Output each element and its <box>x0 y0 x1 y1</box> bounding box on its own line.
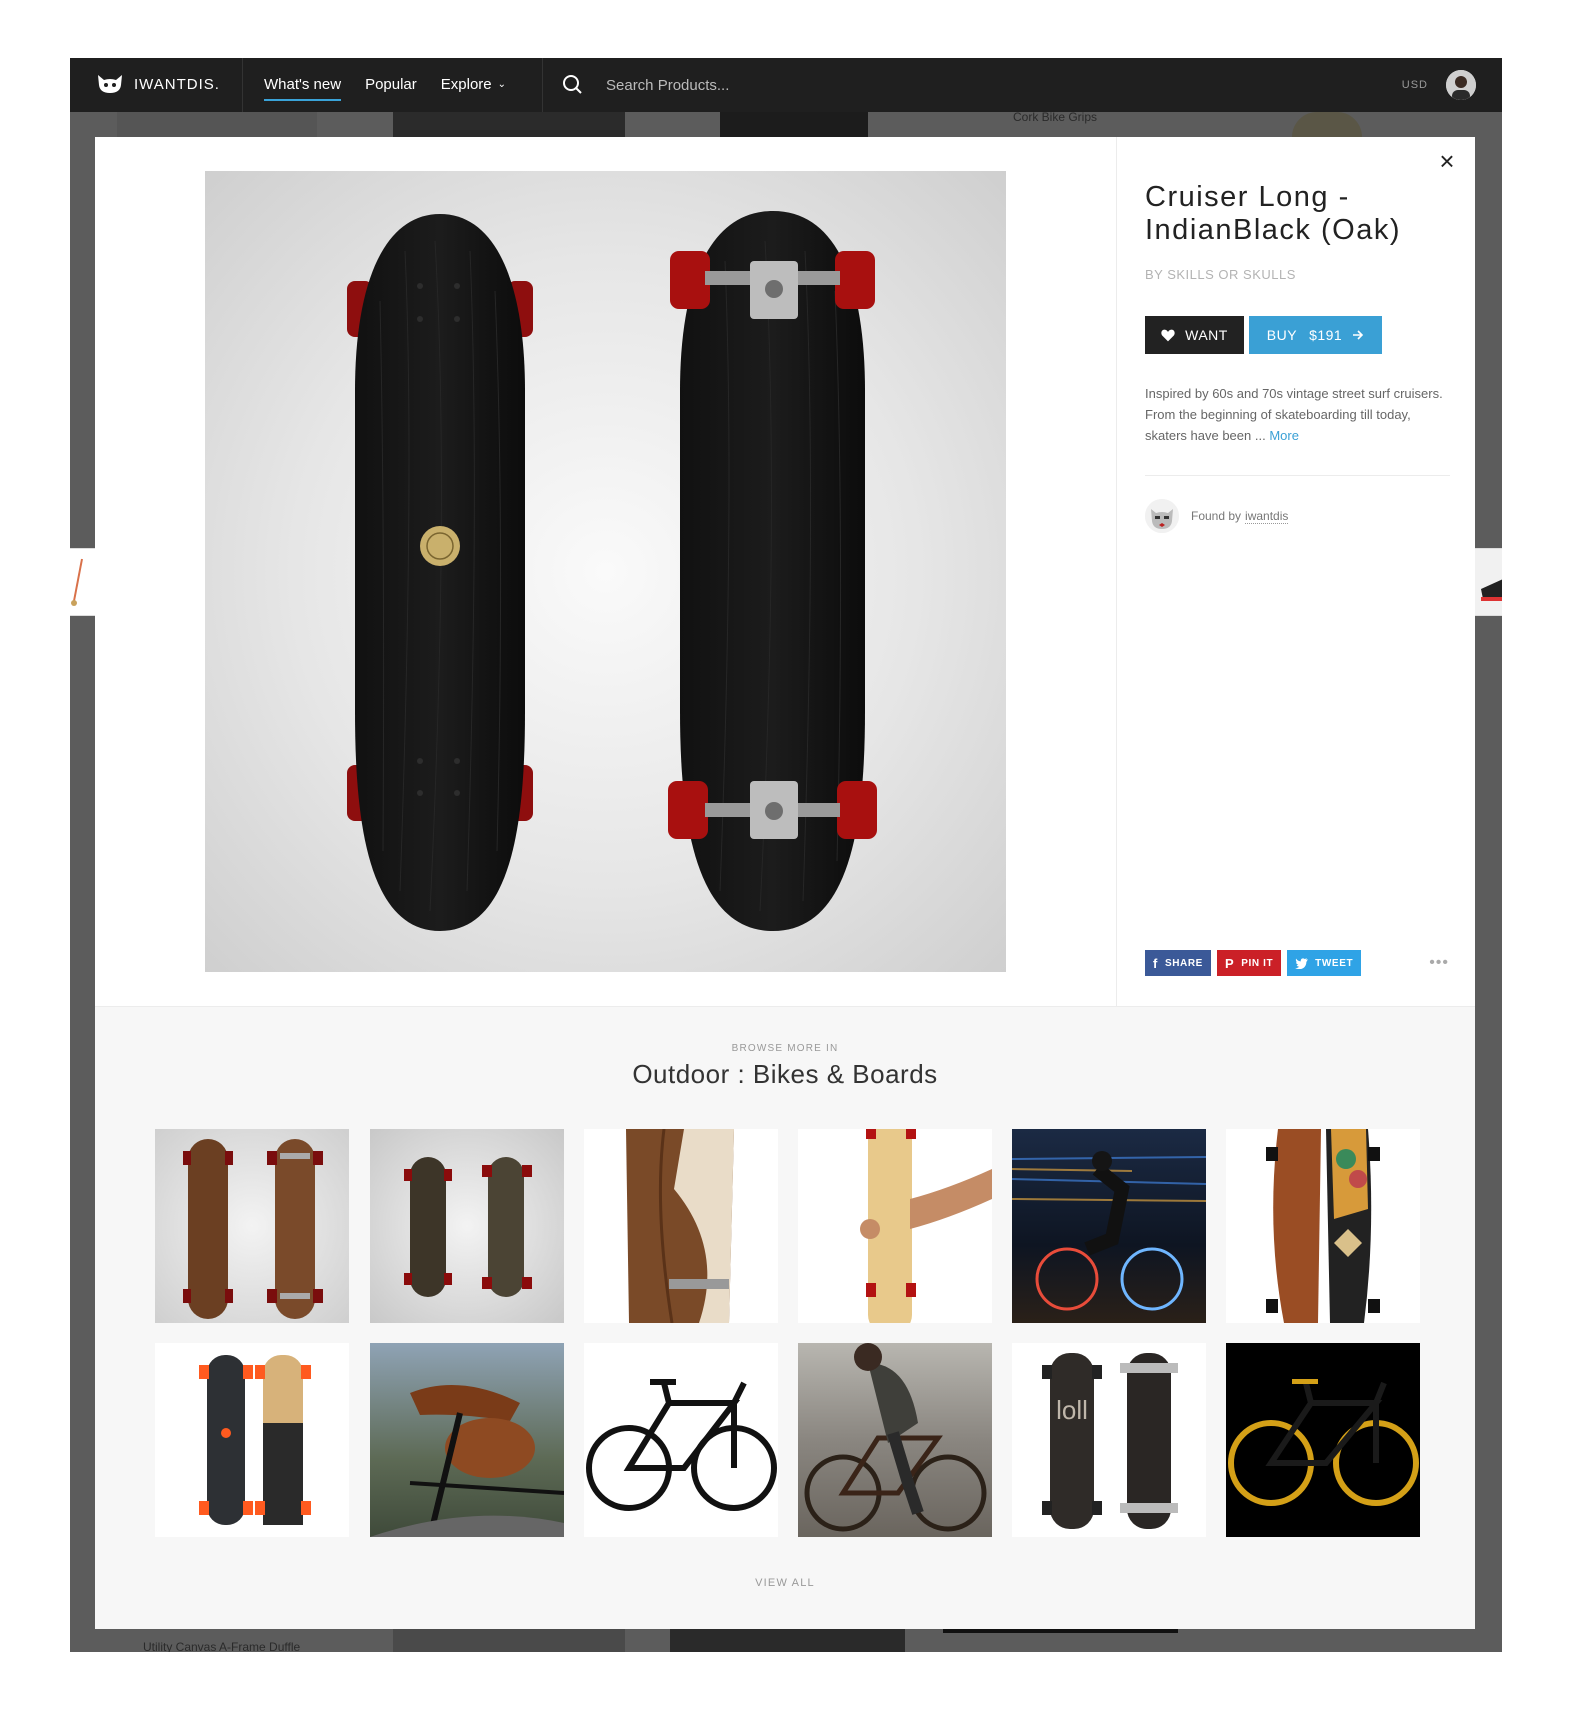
background-card <box>720 112 868 137</box>
facebook-share-button[interactable]: f SHARE <box>1145 950 1211 976</box>
background-card-label: Utility Canvas A-Frame Duffle <box>143 1640 301 1652</box>
twitter-share-button[interactable]: TWEET <box>1287 950 1362 976</box>
app-window: Cork Bike Grips Utility Canvas A-Frame D… <box>70 58 1502 1652</box>
pinterest-icon: P <box>1224 955 1235 971</box>
gold-rim-bicycle <box>1228 1379 1419 1506</box>
product-thumbnail[interactable] <box>1226 1129 1420 1323</box>
product-brand[interactable]: BY SKILLS OR SKULLS <box>1145 267 1296 282</box>
nav-label: Explore <box>440 76 492 93</box>
arbor-longboard <box>1266 1129 1380 1323</box>
user-avatar[interactable] <box>1446 70 1476 100</box>
more-link[interactable]: More <box>1269 428 1299 443</box>
main-nav: What's new Popular Explore ⌄ <box>264 58 530 112</box>
leather-saddle-bag-bike <box>370 1385 564 1537</box>
arrow-right-icon <box>1353 330 1364 340</box>
product-modal: × Cruiser Long - IndianBlack (Oak) BY SK… <box>95 137 1475 1629</box>
background-card <box>943 1629 1178 1633</box>
product-thumbnail[interactable] <box>584 1343 778 1537</box>
browse-category-title[interactable]: Outdoor : Bikes & Boards <box>95 1059 1475 1090</box>
want-button[interactable]: WANT <box>1145 316 1244 354</box>
currency-selector[interactable]: USD <box>1402 58 1428 112</box>
background-card <box>1292 112 1362 137</box>
next-product-thumbnail <box>1471 549 1502 615</box>
share-label: SHARE <box>1164 957 1203 969</box>
product-thumbnail[interactable]: loll <box>1012 1343 1206 1537</box>
wooden-surf-skateboard <box>626 1129 734 1323</box>
boosted-electric-boards <box>199 1355 311 1525</box>
buy-label: BUY <box>1266 327 1298 343</box>
product-thumbnail[interactable] <box>1012 1129 1206 1323</box>
view-all-link[interactable]: VIEW ALL <box>95 1577 1475 1589</box>
twitter-icon <box>1295 957 1309 969</box>
cat-logo-icon <box>98 75 122 93</box>
heart-icon <box>1161 329 1175 341</box>
pinterest-share-button[interactable]: P PIN IT <box>1216 950 1282 976</box>
divider <box>1145 475 1450 476</box>
finder-username[interactable]: iwantdis <box>1245 509 1289 524</box>
logo[interactable]: IWANTDIS. <box>96 72 220 96</box>
black-fixie-bicycle <box>586 1379 777 1511</box>
nav-explore[interactable]: Explore ⌄ <box>441 58 506 112</box>
product-thumbnail[interactable] <box>155 1343 349 1537</box>
chevron-down-icon: ⌄ <box>497 79 507 91</box>
found-by-prefix: Found by <box>1191 509 1242 523</box>
browse-label: BROWSE MORE IN <box>731 1043 839 1054</box>
browse-more-section: BROWSE MORE IN Outdoor : Bikes & Boards <box>95 1006 1475 1629</box>
found-by: Found by iwantdis <box>1145 499 1289 533</box>
top-navigation-bar: IWANTDIS. What's new Popular Explore ⌄ US… <box>70 58 1502 112</box>
share-label: PIN IT <box>1241 957 1274 969</box>
background-card <box>670 1629 905 1652</box>
share-label: TWEET <box>1315 957 1354 969</box>
buy-button[interactable]: BUY $191 <box>1249 316 1382 354</box>
product-thumbnail[interactable] <box>798 1343 992 1537</box>
product-image-area <box>95 137 1117 1006</box>
man-riding-bicycle <box>804 1343 987 1532</box>
product-hero-image <box>205 171 1006 972</box>
nav-popular[interactable]: Popular <box>365 58 417 112</box>
dark-oak-cruiser-pair <box>404 1157 532 1297</box>
loll-longboard-pair: loll <box>1042 1353 1178 1529</box>
skateboard-pair-illustration <box>347 211 877 931</box>
product-thumbnail[interactable] <box>155 1129 349 1323</box>
search-bar <box>542 58 904 112</box>
product-thumbnail[interactable] <box>370 1129 564 1323</box>
walnut-cruiser-pair <box>183 1139 323 1319</box>
product-description: Inspired by 60s and 70s vintage street s… <box>1145 383 1450 446</box>
divider <box>242 58 243 112</box>
logo-text: IWANTDIS. <box>134 75 220 93</box>
background-card <box>393 1629 625 1652</box>
bamboo-longboard-held <box>860 1129 992 1323</box>
facebook-icon: f <box>1153 955 1158 971</box>
product-title: Cruiser Long - IndianBlack (Oak) <box>1145 181 1401 246</box>
more-options-icon[interactable]: ••• <box>1429 954 1449 972</box>
finder-avatar[interactable] <box>1145 499 1179 533</box>
search-icon[interactable] <box>562 74 592 96</box>
share-buttons: f SHARE P PIN IT TWEET <box>1145 950 1367 976</box>
cat-avatar-icon <box>1145 499 1179 533</box>
want-label: WANT <box>1185 327 1228 343</box>
product-thumbnail[interactable] <box>1226 1343 1420 1537</box>
nav-label: What's new <box>264 76 342 93</box>
night-cyclist-photo <box>1012 1151 1206 1311</box>
nav-label: Popular <box>365 76 417 93</box>
nav-whats-new[interactable]: What's new <box>264 58 342 112</box>
close-icon[interactable]: × <box>1433 147 1461 175</box>
product-thumbnail[interactable] <box>584 1129 778 1323</box>
product-thumbnail[interactable] <box>798 1129 992 1323</box>
background-card-label: Cork Bike Grips <box>1013 110 1098 124</box>
product-thumbnail[interactable] <box>370 1343 564 1537</box>
search-input[interactable] <box>604 75 904 95</box>
svg-text:loll: loll <box>1056 1395 1088 1425</box>
avatar-image <box>1446 70 1476 100</box>
background-card <box>393 112 625 137</box>
product-detail: × Cruiser Long - IndianBlack (Oak) BY SK… <box>95 137 1475 1006</box>
buy-price: $191 <box>1309 327 1343 343</box>
background-card <box>117 112 317 137</box>
product-info-panel: × Cruiser Long - IndianBlack (Oak) BY SK… <box>1117 137 1475 1006</box>
